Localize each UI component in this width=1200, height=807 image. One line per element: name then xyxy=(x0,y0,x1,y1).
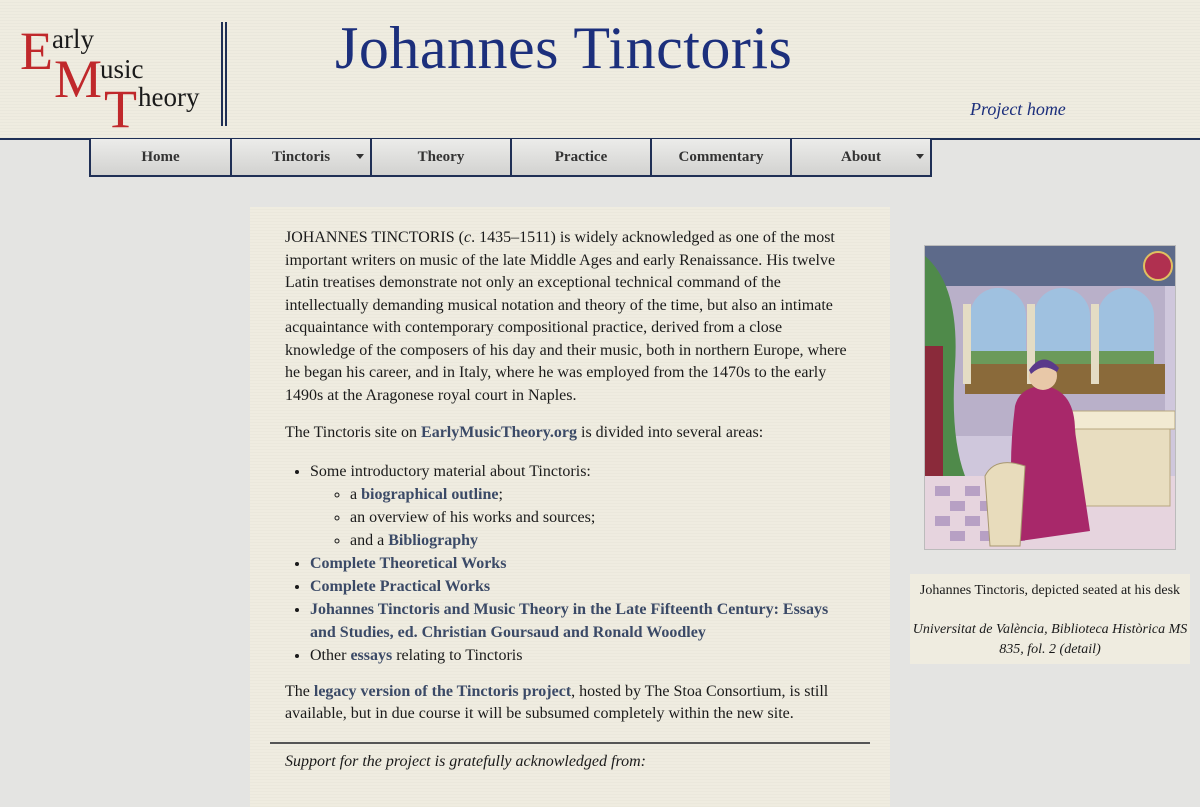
bibliography-link[interactable]: Bibliography xyxy=(388,532,478,549)
nav-about-label: About xyxy=(840,148,881,165)
theoretical-works-link[interactable]: Complete Theoretical Works xyxy=(310,555,506,572)
logo-letter-m: M xyxy=(54,49,103,109)
earlymusictheory-link[interactable]: EarlyMusicTheory.org xyxy=(421,424,577,441)
legacy-version-link[interactable]: legacy version of the Tinctoris project xyxy=(314,683,571,700)
list-item: an overview of his works and sources; xyxy=(350,506,855,529)
list-item: a biographical outline; xyxy=(350,483,855,506)
biographical-outline-link[interactable]: biographical outline xyxy=(361,486,498,503)
list-item: Complete Practical Works xyxy=(310,575,855,598)
item5-before: Other xyxy=(310,646,351,664)
main-content: JOHANNES TINCTORIS (c. 1435–1511) is wid… xyxy=(250,207,890,807)
nav-tinctoris-label: Tinctoris xyxy=(271,148,331,165)
nav-home[interactable]: Home xyxy=(91,139,230,175)
sub3-before: and a xyxy=(350,531,389,549)
nav-home-label: Home xyxy=(141,148,180,165)
list-item: Other essays relating to Tinctoris xyxy=(310,644,855,667)
dropdown-arrow-icon xyxy=(356,154,364,159)
page-title: Johannes Tinctoris xyxy=(335,15,793,81)
early-music-theory-logo[interactable]: E arly M usic T heory xyxy=(18,18,218,136)
intro-material-text: Some introductory material about Tinctor… xyxy=(310,462,591,480)
image-caption: Johannes Tinctoris, depicted seated at h… xyxy=(910,574,1190,664)
logo-divider xyxy=(221,22,227,126)
list-item: Johannes Tinctoris and Music Theory in t… xyxy=(310,598,855,644)
logo-letter-e: E xyxy=(20,21,53,81)
tinctoris-portrait-image xyxy=(924,245,1176,550)
nav-theory[interactable]: Theory xyxy=(370,139,510,175)
intro-text: . 1435–1511) is widely acknowledged as o… xyxy=(285,229,847,404)
caption-description: Johannes Tinctoris, depicted seated at h… xyxy=(919,583,1181,598)
section-divider xyxy=(270,742,870,744)
sub1-after: ; xyxy=(498,485,503,503)
nav-tinctoris[interactable]: Tinctoris xyxy=(230,139,370,175)
essays-link[interactable]: essays xyxy=(350,647,392,664)
project-home-link[interactable]: Project home xyxy=(970,99,1066,120)
site-header: E arly M usic T heory Johannes Tinctoris… xyxy=(0,0,1200,140)
nav-practice-label: Practice xyxy=(554,148,608,165)
dropdown-arrow-icon xyxy=(916,154,924,159)
nav-commentary[interactable]: Commentary xyxy=(650,139,790,175)
works-overview-text: an overview of his works and sources; xyxy=(350,508,596,526)
main-nav: Home Tinctoris Theory Practice Commentar… xyxy=(89,139,932,177)
item5-after: relating to Tinctoris xyxy=(392,646,523,664)
legacy-before: The xyxy=(285,682,314,700)
site-text-before: The Tinctoris site on xyxy=(285,424,422,441)
caption-source: Universitat de València, Biblioteca Hist… xyxy=(912,622,1188,657)
intro-name: JOHANNES TINCTORIS ( xyxy=(285,229,464,246)
logo-letter-t: T xyxy=(104,79,137,139)
list-item: Complete Theoretical Works xyxy=(310,552,855,575)
site-paragraph: The Tinctoris site on EarlyMusicTheory.o… xyxy=(285,422,855,445)
logo-word-theory: heory xyxy=(138,82,200,112)
site-text-after: is divided into several areas: xyxy=(577,424,764,441)
practical-works-link[interactable]: Complete Practical Works xyxy=(310,578,490,595)
essays-volume-link[interactable]: Johannes Tinctoris and Music Theory in t… xyxy=(310,601,828,641)
list-item: Some introductory material about Tinctor… xyxy=(310,460,855,552)
support-note: Support for the project is gratefully ac… xyxy=(285,753,646,770)
sub1-before: a xyxy=(350,485,362,503)
areas-list: Some introductory material about Tinctor… xyxy=(285,460,855,667)
list-item: and a Bibliography xyxy=(350,529,855,552)
legacy-paragraph: The legacy version of the Tinctoris proj… xyxy=(285,681,855,726)
manuscript-illumination-icon xyxy=(925,246,1175,549)
intro-sublist: a biographical outline; an overview of h… xyxy=(310,483,855,552)
nav-practice[interactable]: Practice xyxy=(510,139,650,175)
nav-about[interactable]: About xyxy=(790,139,930,175)
nav-theory-label: Theory xyxy=(417,148,465,165)
nav-commentary-label: Commentary xyxy=(678,148,764,165)
intro-paragraph: JOHANNES TINCTORIS (c. 1435–1511) is wid… xyxy=(285,227,855,407)
